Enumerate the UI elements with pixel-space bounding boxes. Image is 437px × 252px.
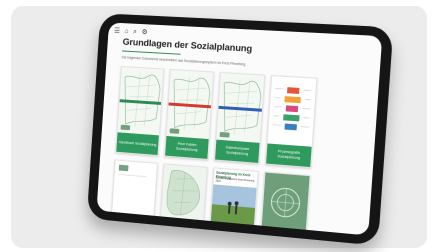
document-logo: [170, 128, 180, 134]
document-card-datenkompass[interactable]: Datenkompass Sozialplanung: [214, 72, 265, 164]
document-label: Pinzi Fakten Sozialplanung: [165, 136, 209, 159]
document-card-row2-4[interactable]: [261, 171, 311, 232]
tablet-screen: ☰ ⌂ ⌕ ⚙ Grundlagen der Sozialplanung Die…: [97, 22, 383, 235]
document-card-handbuch[interactable]: Handbuch Sozialplanung: [115, 66, 164, 156]
home-icon[interactable]: ⌂: [124, 27, 129, 36]
document-cover: [216, 73, 264, 143]
document-cover: [267, 76, 316, 147]
document-label: Handbuch Sozialplanung: [116, 132, 159, 155]
page-subtitle: Die folgenden Dokumente beschreiben das …: [122, 55, 246, 66]
menu-icon[interactable]: ☰: [114, 27, 120, 36]
document-label: Datenkompass Sozialplanung: [215, 140, 259, 163]
document-logo: [121, 125, 131, 131]
document-card-row2-3[interactable]: Sozialplanung im Kreis Pinneberg Bevölke…: [210, 167, 259, 228]
settings-icon[interactable]: ⚙: [141, 28, 148, 37]
document-grid: Handbuch Sozialplanung Pinzi Fakten Sozi…: [111, 66, 315, 233]
document-cover: [166, 70, 213, 139]
title-underline: [122, 50, 181, 54]
document-card-row2-2[interactable]: [160, 163, 208, 223]
document-label: Prozessgrafik Sozialplanung: [266, 143, 311, 167]
document-logo: [220, 132, 230, 138]
top-toolbar: ☰ ⌂ ⌕ ⚙: [114, 27, 148, 38]
document-card-pinzi-fakten[interactable]: Pinzi Fakten Sozialplanung: [164, 69, 214, 160]
search-icon[interactable]: ⌕: [133, 28, 137, 37]
tablet-device: ☰ ⌂ ⌕ ⚙ Grundlagen der Sozialplanung Die…: [87, 13, 394, 245]
document-cover: [118, 67, 164, 135]
document-card-prozessgrafik[interactable]: Prozessgrafik Sozialplanung: [265, 75, 317, 168]
document-card-row2-1[interactable]: [111, 159, 158, 218]
